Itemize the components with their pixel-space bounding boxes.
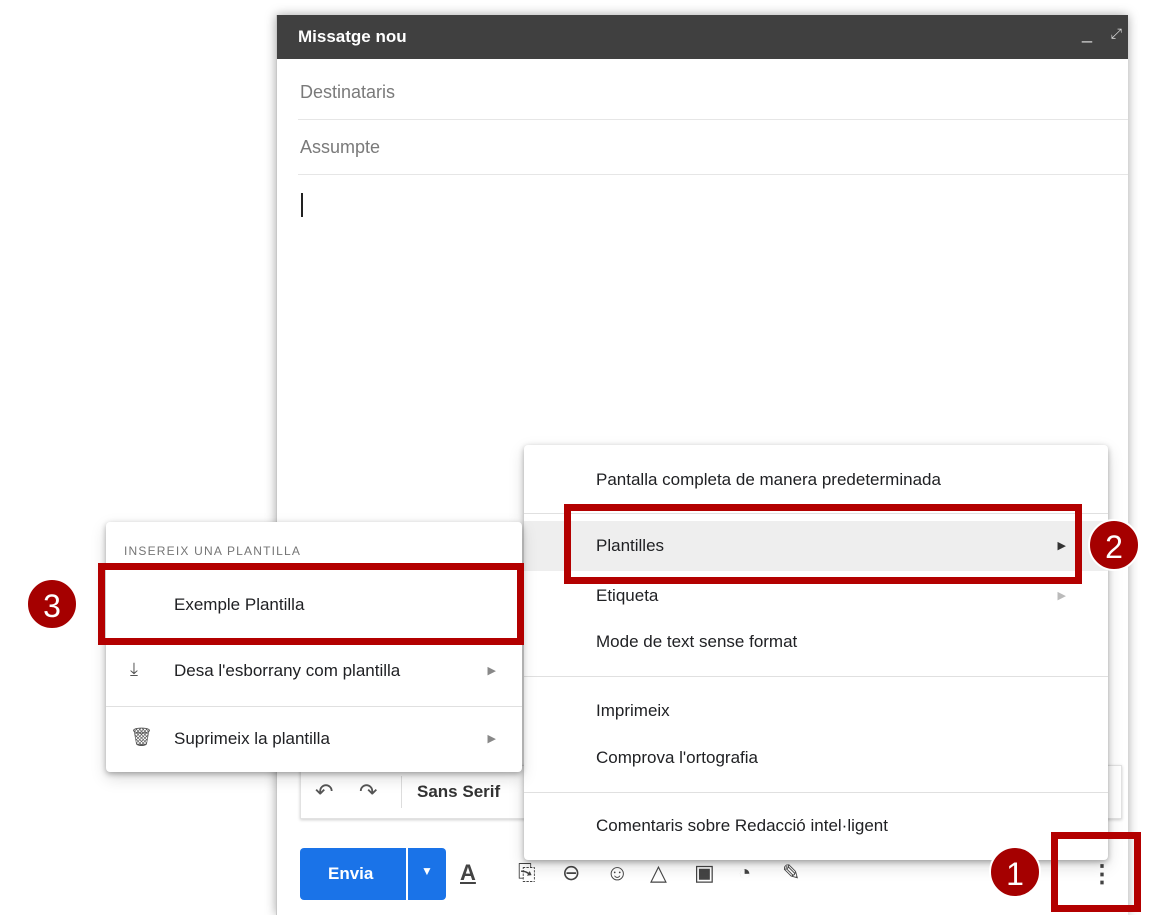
submenu-divider: [106, 706, 522, 707]
highlight-box-example-template: [98, 563, 524, 645]
menu-divider: [524, 676, 1108, 677]
menu-item-plain-text[interactable]: Mode de text sense format: [524, 617, 1108, 667]
emoji-icon[interactable]: ☺: [606, 860, 628, 886]
confidential-icon[interactable]: ◔: [738, 860, 751, 886]
submenu-item-label: Suprimeix la plantilla: [174, 729, 330, 748]
redo-icon[interactable]: ↷: [359, 779, 377, 805]
delete-template-item[interactable]: 🗑 Suprimeix la plantilla ▶: [106, 712, 522, 766]
subject-placeholder: Assumpte: [300, 137, 381, 157]
photo-icon[interactable]: ▣: [694, 860, 715, 886]
chevron-right-icon: ▶: [487, 733, 496, 745]
chevron-down-icon: ▼: [421, 864, 433, 878]
submenu-header: INSEREIX UNA PLANTILLA: [124, 544, 302, 558]
menu-item-label: Imprimeix: [596, 701, 670, 720]
submenu-item-label: Desa l'esborrany com plantilla: [174, 661, 401, 680]
menu-divider: [524, 792, 1108, 793]
compose-title: Missatge nou: [298, 27, 407, 46]
menu-item-fullscreen-default[interactable]: Pantalla completa de manera predetermina…: [524, 455, 1108, 505]
trash-icon: 🗑: [130, 727, 153, 747]
save-draft-as-template-item[interactable]: ⤓ Desa l'esborrany com plantilla ▶: [106, 644, 522, 698]
compose-titlebar[interactable]: Missatge nou _ ⤢: [276, 15, 1128, 59]
compose-border: [276, 15, 277, 915]
highlight-box-more-options: [1051, 832, 1141, 912]
callout-badge-1: 1: [989, 846, 1041, 898]
recipients-placeholder: Destinataris: [300, 82, 396, 102]
callout-badge-2: 2: [1088, 519, 1140, 571]
attach-icon[interactable]: ⎘: [518, 860, 536, 886]
menu-item-label: Mode de text sense format: [596, 632, 798, 651]
toolbar-divider: [401, 776, 402, 808]
link-icon[interactable]: ⊖: [562, 860, 580, 886]
chevron-right-icon: ▶: [1057, 590, 1066, 602]
send-button-label: Envia: [328, 864, 374, 883]
recipients-field[interactable]: Destinataris: [298, 65, 1128, 120]
undo-icon[interactable]: ↶: [315, 779, 333, 805]
body-text-caret[interactable]: [301, 193, 303, 217]
font-selector[interactable]: Sans Serif: [417, 782, 500, 802]
drive-icon[interactable]: △: [650, 860, 667, 886]
menu-item-smart-compose-feedback[interactable]: Comentaris sobre Redacció intel·ligent: [524, 801, 1108, 851]
expand-icon[interactable]: ⤢: [1111, 25, 1122, 42]
menu-item-spellcheck[interactable]: Comprova l'ortografia: [524, 733, 1108, 783]
download-icon: ⤓: [130, 659, 138, 679]
menu-item-label: Etiqueta: [596, 586, 659, 605]
text-format-icon[interactable]: A: [460, 860, 476, 886]
subject-field[interactable]: Assumpte: [298, 120, 1128, 175]
send-options-button[interactable]: ▼: [408, 848, 446, 900]
minimize-icon[interactable]: _: [1082, 23, 1092, 44]
callout-badge-3: 3: [26, 578, 78, 630]
templates-submenu: INSEREIX UNA PLANTILLA Exemple Plantilla…: [106, 522, 522, 772]
menu-item-print[interactable]: Imprimeix: [524, 686, 1108, 736]
signature-icon[interactable]: ✎: [782, 860, 800, 886]
menu-item-label: Comentaris sobre Redacció intel·ligent: [596, 816, 888, 835]
highlight-box-templates: [564, 504, 1082, 584]
send-button[interactable]: Envia: [300, 848, 406, 900]
menu-item-label: Pantalla completa de manera predetermina…: [596, 470, 941, 489]
menu-item-label: Comprova l'ortografia: [596, 748, 758, 767]
chevron-right-icon: ▶: [487, 665, 496, 677]
